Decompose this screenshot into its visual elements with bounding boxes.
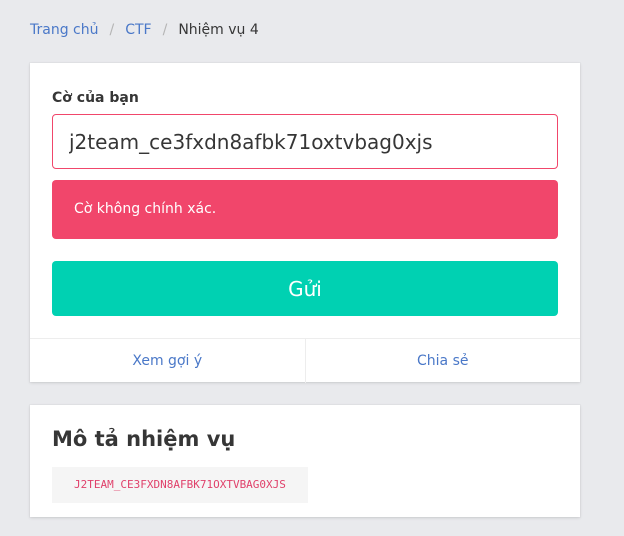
breadcrumb-separator: / — [162, 22, 168, 38]
error-notification: Cờ không chính xác. — [52, 180, 558, 239]
breadcrumb-current: Nhiệm vụ 4 — [178, 22, 259, 38]
breadcrumb: Trang chủ / CTF / Nhiệm vụ 4 — [30, 22, 259, 38]
breadcrumb-ctf-link[interactable]: CTF — [125, 22, 151, 38]
task-description-card: Mô tả nhiệm vụ J2TEAM_CE3FXDN8AFBK71OXTV… — [30, 405, 580, 517]
card-footer: Xem gợi ý Chia sẻ — [30, 338, 580, 383]
flag-label: Cờ của bạn — [52, 90, 139, 106]
breadcrumb-home-link[interactable]: Trang chủ — [30, 22, 98, 38]
description-code: J2TEAM_CE3FXDN8AFBK71OXTVBAG0XJS — [52, 467, 308, 503]
flag-submit-card: Cờ của bạn Cờ không chính xác. Gửi Xem g… — [30, 63, 580, 383]
submit-button[interactable]: Gửi — [52, 261, 558, 316]
view-hint-link[interactable]: Xem gợi ý — [30, 339, 305, 383]
flag-input[interactable] — [52, 114, 558, 169]
breadcrumb-separator: / — [109, 22, 115, 38]
description-title: Mô tả nhiệm vụ — [52, 427, 236, 451]
share-link[interactable]: Chia sẻ — [304, 339, 581, 383]
